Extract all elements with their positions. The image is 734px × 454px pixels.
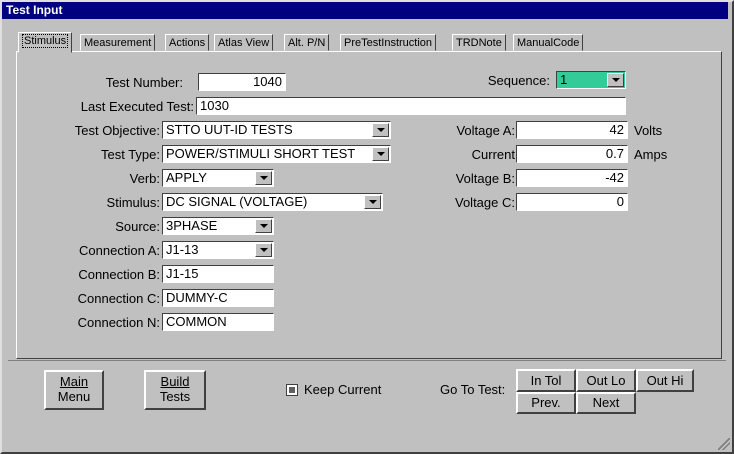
test-objective-label: Test Objective: — [74, 123, 160, 138]
chevron-down-icon[interactable] — [255, 171, 272, 185]
tab-trdnote[interactable]: TRDNote — [452, 34, 506, 51]
current-field[interactable]: 0.7 — [516, 145, 628, 163]
stimulus-combo[interactable]: DC SIGNAL (VOLTAGE) — [162, 193, 383, 211]
tab-manualcode[interactable]: ManualCode — [513, 34, 584, 51]
voltage-b-label: Voltage B: — [455, 171, 515, 186]
verb-combo[interactable]: APPLY — [162, 169, 274, 187]
chevron-down-icon[interactable] — [255, 243, 272, 257]
stimulus-value: DC SIGNAL (VOLTAGE) — [166, 194, 308, 209]
keep-current-checkbox[interactable] — [286, 384, 298, 396]
out-hi-button[interactable]: Out Hi — [636, 369, 694, 392]
in-tol-button[interactable]: In Tol — [516, 369, 576, 392]
tab-measurement[interactable]: Measurement — [80, 34, 156, 51]
go-to-test-label: Go To Test: — [440, 382, 506, 397]
voltage-c-label: Voltage C: — [455, 195, 515, 210]
sequence-label: Sequence: — [487, 73, 550, 88]
source-label: Source: — [115, 219, 160, 234]
connection-c-label: Connection C: — [77, 291, 160, 306]
build-tests-button[interactable]: Build Tests — [144, 370, 206, 410]
connection-a-label: Connection A: — [79, 243, 160, 258]
connection-b-field[interactable]: J1-15 — [162, 265, 274, 283]
keep-current-label[interactable]: Keep Current — [304, 381, 381, 398]
connection-b-label: Connection B: — [78, 267, 160, 282]
chevron-down-icon[interactable] — [364, 195, 381, 209]
source-value: 3PHASE — [166, 218, 218, 233]
last-executed-label: Last Executed Test: — [80, 99, 194, 114]
window-title: Test Input — [2, 2, 728, 19]
main-menu-label-1: Main — [59, 374, 89, 389]
test-number-field[interactable]: 1040 — [198, 73, 286, 91]
build-tests-label-1: Build — [160, 374, 190, 389]
chevron-down-icon[interactable] — [607, 73, 624, 87]
chevron-down-icon[interactable] — [372, 147, 389, 161]
build-tests-label-2: Tests — [159, 389, 191, 404]
test-objective-combo[interactable]: STTO UUT-ID TESTS — [162, 121, 391, 139]
tab-actions[interactable]: Actions — [165, 34, 210, 51]
tab-alt-pn[interactable]: Alt. P/N — [284, 34, 330, 51]
source-combo[interactable]: 3PHASE — [162, 217, 274, 235]
verb-value: APPLY — [166, 170, 207, 185]
connection-c-field[interactable]: DUMMY-C — [162, 289, 274, 307]
sequence-value: 1 — [560, 72, 568, 87]
connection-n-label: Connection N: — [77, 315, 160, 330]
test-type-label: Test Type: — [100, 147, 160, 162]
voltage-a-unit: Volts — [634, 123, 663, 138]
voltage-a-label: Voltage A: — [456, 123, 515, 138]
chevron-down-icon[interactable] — [372, 123, 389, 137]
connection-a-value: J1-13 — [166, 242, 199, 257]
sequence-combo[interactable]: 1 — [556, 71, 626, 89]
voltage-c-field[interactable]: 0 — [516, 193, 628, 211]
test-objective-value: STTO UUT-ID TESTS — [166, 122, 293, 137]
main-menu-label-2: Menu — [57, 389, 91, 404]
out-lo-button[interactable]: Out Lo — [576, 369, 636, 392]
connection-n-field[interactable]: COMMON — [162, 313, 274, 331]
last-executed-field[interactable]: 1030 — [196, 97, 626, 115]
current-unit: Amps — [634, 147, 668, 162]
tab-stimulus[interactable]: Stimulus — [18, 32, 73, 53]
current-label: Current — [471, 147, 515, 162]
chevron-down-icon[interactable] — [255, 219, 272, 233]
tab-atlas-view[interactable]: Atlas View — [214, 34, 274, 51]
stimulus-label: Stimulus: — [106, 195, 160, 210]
connection-a-combo[interactable]: J1-13 — [162, 241, 274, 259]
resize-grip-icon[interactable] — [718, 438, 730, 450]
voltage-b-field[interactable]: -42 — [516, 169, 628, 187]
tab-pretest-instruction[interactable]: PreTestInstruction — [340, 34, 437, 51]
main-menu-button[interactable]: Main Menu — [44, 370, 104, 410]
verb-label: Verb: — [129, 171, 160, 186]
test-number-label: Test Number: — [105, 75, 183, 90]
voltage-a-field[interactable]: 42 — [516, 121, 628, 139]
test-type-combo[interactable]: POWER/STIMULI SHORT TEST — [162, 145, 391, 163]
prev-button[interactable]: Prev. — [516, 392, 576, 414]
next-button[interactable]: Next — [576, 392, 636, 414]
test-type-value: POWER/STIMULI SHORT TEST — [166, 146, 356, 161]
